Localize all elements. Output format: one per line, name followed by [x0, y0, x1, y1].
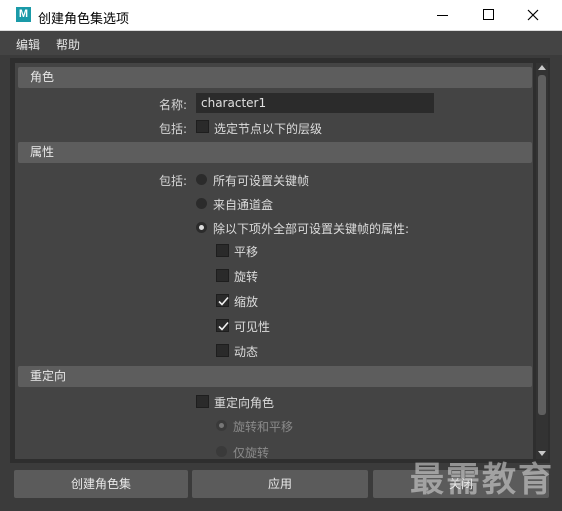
radio-rotate-translate-label: 旋转和平移 [233, 420, 294, 434]
scale-checkbox-label: 缩放 [234, 295, 259, 309]
maximize-button[interactable] [465, 0, 511, 31]
hierarchy-checkbox-label: 选定节点以下的层级 [214, 122, 323, 136]
radio-all-except[interactable] [196, 222, 207, 233]
radio-from-channel-box[interactable] [196, 198, 207, 209]
dynamics-checkbox[interactable] [216, 344, 229, 357]
include-label: 包括: [158, 122, 187, 136]
menu-bar: 编辑 帮助 [0, 31, 562, 55]
minimize-button[interactable] [420, 0, 466, 31]
section-header-character[interactable]: 角色 [18, 67, 532, 88]
section-header-retarget[interactable]: 重定向 [18, 366, 532, 387]
translate-checkbox[interactable] [216, 244, 229, 257]
retarget-character-checkbox[interactable] [196, 395, 209, 408]
name-label: 名称: [158, 98, 187, 112]
scale-checkbox[interactable] [216, 294, 229, 307]
radio-selected-dot [199, 225, 204, 230]
section-header-attributes[interactable]: 属性 [18, 142, 532, 163]
checkmark-icon [218, 296, 229, 306]
radio-from-channel-box-label: 来自通道盒 [213, 198, 274, 212]
menu-edit[interactable]: 编辑 [16, 36, 40, 53]
window-title: 创建角色集选项 [38, 12, 130, 27]
vertical-scrollbar[interactable] [536, 63, 548, 459]
close-icon [527, 9, 539, 21]
radio-rotate-translate[interactable] [216, 420, 227, 431]
scroll-up-arrow-icon[interactable] [538, 65, 546, 70]
checkmark-icon [218, 321, 229, 331]
scrollbar-thumb[interactable] [538, 75, 546, 415]
rotate-checkbox-label: 旋转 [234, 270, 259, 284]
radio-all-keyable[interactable] [196, 174, 207, 185]
maximize-icon [483, 9, 494, 20]
radio-rotate-only-label: 仅旋转 [233, 446, 270, 459]
create-character-set-button[interactable]: 创建角色集 [14, 470, 188, 498]
maya-app-icon: M [16, 7, 31, 22]
title-bar: M 创建角色集选项 [0, 0, 562, 31]
radio-selected-dot [219, 423, 224, 428]
visibility-checkbox[interactable] [216, 319, 229, 332]
retarget-character-checkbox-label: 重定向角色 [214, 396, 275, 410]
translate-checkbox-label: 平移 [234, 245, 259, 259]
watermark: 最需教育 [410, 460, 554, 500]
minimize-icon [437, 15, 448, 16]
rotate-checkbox[interactable] [216, 269, 229, 282]
menu-help[interactable]: 帮助 [56, 36, 80, 53]
hierarchy-checkbox[interactable] [196, 120, 209, 133]
close-window-button[interactable] [510, 0, 556, 31]
character-name-input[interactable]: character1 [196, 93, 434, 113]
radio-rotate-only[interactable] [216, 446, 227, 457]
visibility-checkbox-label: 可见性 [234, 320, 271, 334]
radio-all-keyable-label: 所有可设置关键帧 [213, 174, 310, 188]
radio-all-except-label: 除以下项外全部可设置关键帧的属性: [213, 222, 410, 236]
options-panel: 角色 名称: character1 包括: 选定节点以下的层级 属性 包括: 所… [15, 63, 533, 459]
attributes-include-label: 包括: [158, 174, 187, 188]
apply-button[interactable]: 应用 [192, 470, 368, 498]
dynamics-checkbox-label: 动态 [234, 345, 259, 359]
